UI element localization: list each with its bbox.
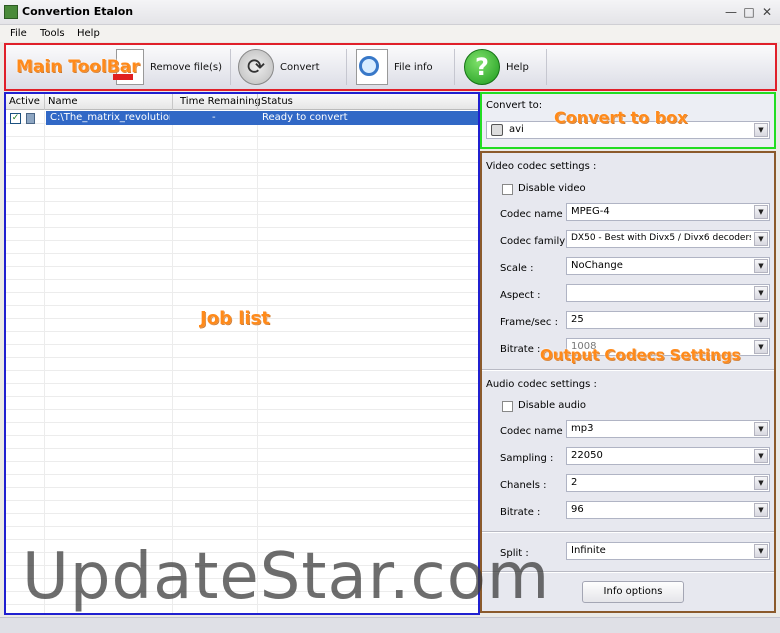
- codec-family-value: DX50 - Best with Divx5 / Divx6 decoders: [571, 233, 751, 243]
- framerate-select[interactable]: 25 ▼: [566, 311, 770, 329]
- disable-audio-label: Disable audio: [518, 400, 586, 411]
- chevron-down-icon[interactable]: ▼: [754, 422, 768, 436]
- row-name: C:\The_matrix_revolutions-...: [50, 112, 170, 123]
- chevron-down-icon[interactable]: ▼: [754, 123, 768, 137]
- column-time-remaining[interactable]: Time Remaining: [180, 96, 261, 107]
- sampling-select[interactable]: 22050 ▼: [566, 447, 770, 465]
- table-row[interactable]: ✓ C:\The_matrix_revolutions-... - Ready …: [6, 111, 478, 125]
- codec-family-select[interactable]: DX50 - Best with Divx5 / Divx6 decoders …: [566, 230, 770, 248]
- scale-select[interactable]: NoChange ▼: [566, 257, 770, 275]
- video-bitrate-label: Bitrate :: [500, 344, 541, 355]
- video-codec-title: Video codec settings :: [486, 161, 597, 172]
- disable-video-label: Disable video: [518, 183, 586, 194]
- aspect-label: Aspect :: [500, 290, 541, 301]
- remove-files-label: Remove file(s): [150, 61, 223, 73]
- toolbar-annotation: Main ToolBar: [16, 57, 140, 77]
- video-codec-name-value: MPEG-4: [571, 206, 610, 217]
- convert-to-box: Convert to: avi ▼ Convert to box: [480, 92, 776, 149]
- framerate-label: Frame/sec :: [500, 317, 558, 328]
- app-icon: [4, 5, 18, 19]
- channels-label: Chanels :: [500, 480, 547, 491]
- chevron-down-icon[interactable]: ▼: [754, 476, 768, 490]
- channels-select[interactable]: 2 ▼: [566, 474, 770, 492]
- job-list-header: Active Name Time Remaining Status: [6, 94, 478, 110]
- section-divider: [482, 531, 774, 533]
- main-toolbar: Remove file(s) ⟳ Convert File info ? Hel…: [4, 43, 777, 91]
- convert-to-title: Convert to:: [486, 100, 543, 111]
- audio-codec-name-label: Codec name :: [500, 426, 570, 437]
- disable-audio-checkbox[interactable]: [502, 401, 513, 412]
- column-status[interactable]: Status: [261, 96, 293, 107]
- audio-codec-title: Audio codec settings :: [486, 379, 597, 390]
- menu-file[interactable]: File: [10, 28, 27, 39]
- help-button[interactable]: ? Help: [464, 45, 529, 89]
- status-bar: [0, 617, 780, 633]
- title-bar: Convertion Etalon — □ ✕: [0, 0, 780, 25]
- audio-codec-name-value: mp3: [571, 423, 594, 434]
- chevron-down-icon[interactable]: ▼: [754, 313, 768, 327]
- active-checkbox[interactable]: ✓: [10, 113, 21, 124]
- framerate-value: 25: [571, 314, 584, 325]
- row-status: Ready to convert: [262, 112, 348, 123]
- audio-codec-name-select[interactable]: mp3 ▼: [566, 420, 770, 438]
- video-file-icon: [26, 113, 35, 124]
- aspect-select[interactable]: ▼: [566, 284, 770, 302]
- toolbar-separator: [546, 49, 547, 85]
- info-options-button[interactable]: Info options: [582, 581, 684, 603]
- app-window: Convertion Etalon — □ ✕ File Tools Help …: [0, 0, 780, 633]
- chevron-down-icon[interactable]: ▼: [754, 340, 768, 354]
- convert-to-value: avi: [509, 124, 524, 135]
- file-info-button[interactable]: File info: [356, 45, 433, 89]
- help-label: Help: [506, 61, 529, 73]
- audio-bitrate-label: Bitrate :: [500, 507, 541, 518]
- scale-value: NoChange: [571, 260, 623, 271]
- chevron-down-icon[interactable]: ▼: [754, 259, 768, 273]
- chevron-down-icon[interactable]: ▼: [754, 449, 768, 463]
- channels-value: 2: [571, 477, 578, 488]
- window-title: Convertion Etalon: [22, 5, 134, 18]
- job-list-grid: [6, 111, 478, 613]
- help-icon: ?: [464, 49, 500, 85]
- toolbar-separator: [454, 49, 455, 85]
- toolbar-separator: [346, 49, 347, 85]
- sampling-label: Sampling :: [500, 453, 554, 464]
- video-codec-name-select[interactable]: MPEG-4 ▼: [566, 203, 770, 221]
- file-info-label: File info: [394, 61, 433, 73]
- menu-help[interactable]: Help: [77, 28, 100, 39]
- convert-label: Convert: [280, 61, 320, 73]
- maximize-icon[interactable]: □: [740, 3, 758, 21]
- convert-box-annotation: Convert to box: [554, 108, 688, 127]
- job-list-annotation: Job list: [200, 308, 270, 329]
- file-info-icon: [356, 49, 388, 85]
- codecs-annotation: Output Codecs Settings: [540, 346, 741, 364]
- convert-button[interactable]: ⟳ Convert: [238, 45, 320, 89]
- minimize-icon[interactable]: —: [722, 3, 740, 21]
- chevron-down-icon[interactable]: ▼: [754, 544, 768, 558]
- chevron-down-icon[interactable]: ▼: [754, 503, 768, 517]
- video-codec-name-label: Codec name :: [500, 209, 570, 220]
- chevron-down-icon[interactable]: ▼: [754, 286, 768, 300]
- column-active[interactable]: Active: [9, 96, 40, 107]
- chevron-down-icon[interactable]: ▼: [754, 232, 768, 246]
- watermark-text: UpdateStar.com: [22, 540, 551, 614]
- row-time-remaining: -: [212, 112, 216, 123]
- chevron-down-icon[interactable]: ▼: [754, 205, 768, 219]
- audio-bitrate-select[interactable]: 96 ▼: [566, 501, 770, 519]
- codec-family-label: Codec family :: [500, 236, 572, 247]
- job-list[interactable]: Active Name Time Remaining Status ✓ C:\T…: [4, 92, 480, 615]
- disable-video-checkbox[interactable]: [502, 184, 513, 195]
- audio-bitrate-value: 96: [571, 504, 584, 515]
- column-name[interactable]: Name: [48, 96, 78, 107]
- toolbar-separator: [230, 49, 231, 85]
- menu-bar: File Tools Help: [0, 25, 780, 42]
- split-value: Infinite: [571, 545, 606, 556]
- section-divider: [482, 369, 774, 371]
- split-select[interactable]: Infinite ▼: [566, 542, 770, 560]
- convert-icon: ⟳: [238, 49, 274, 85]
- close-icon[interactable]: ✕: [758, 3, 776, 21]
- sampling-value: 22050: [571, 450, 603, 461]
- format-icon: [491, 124, 503, 136]
- scale-label: Scale :: [500, 263, 534, 274]
- menu-tools[interactable]: Tools: [40, 28, 65, 39]
